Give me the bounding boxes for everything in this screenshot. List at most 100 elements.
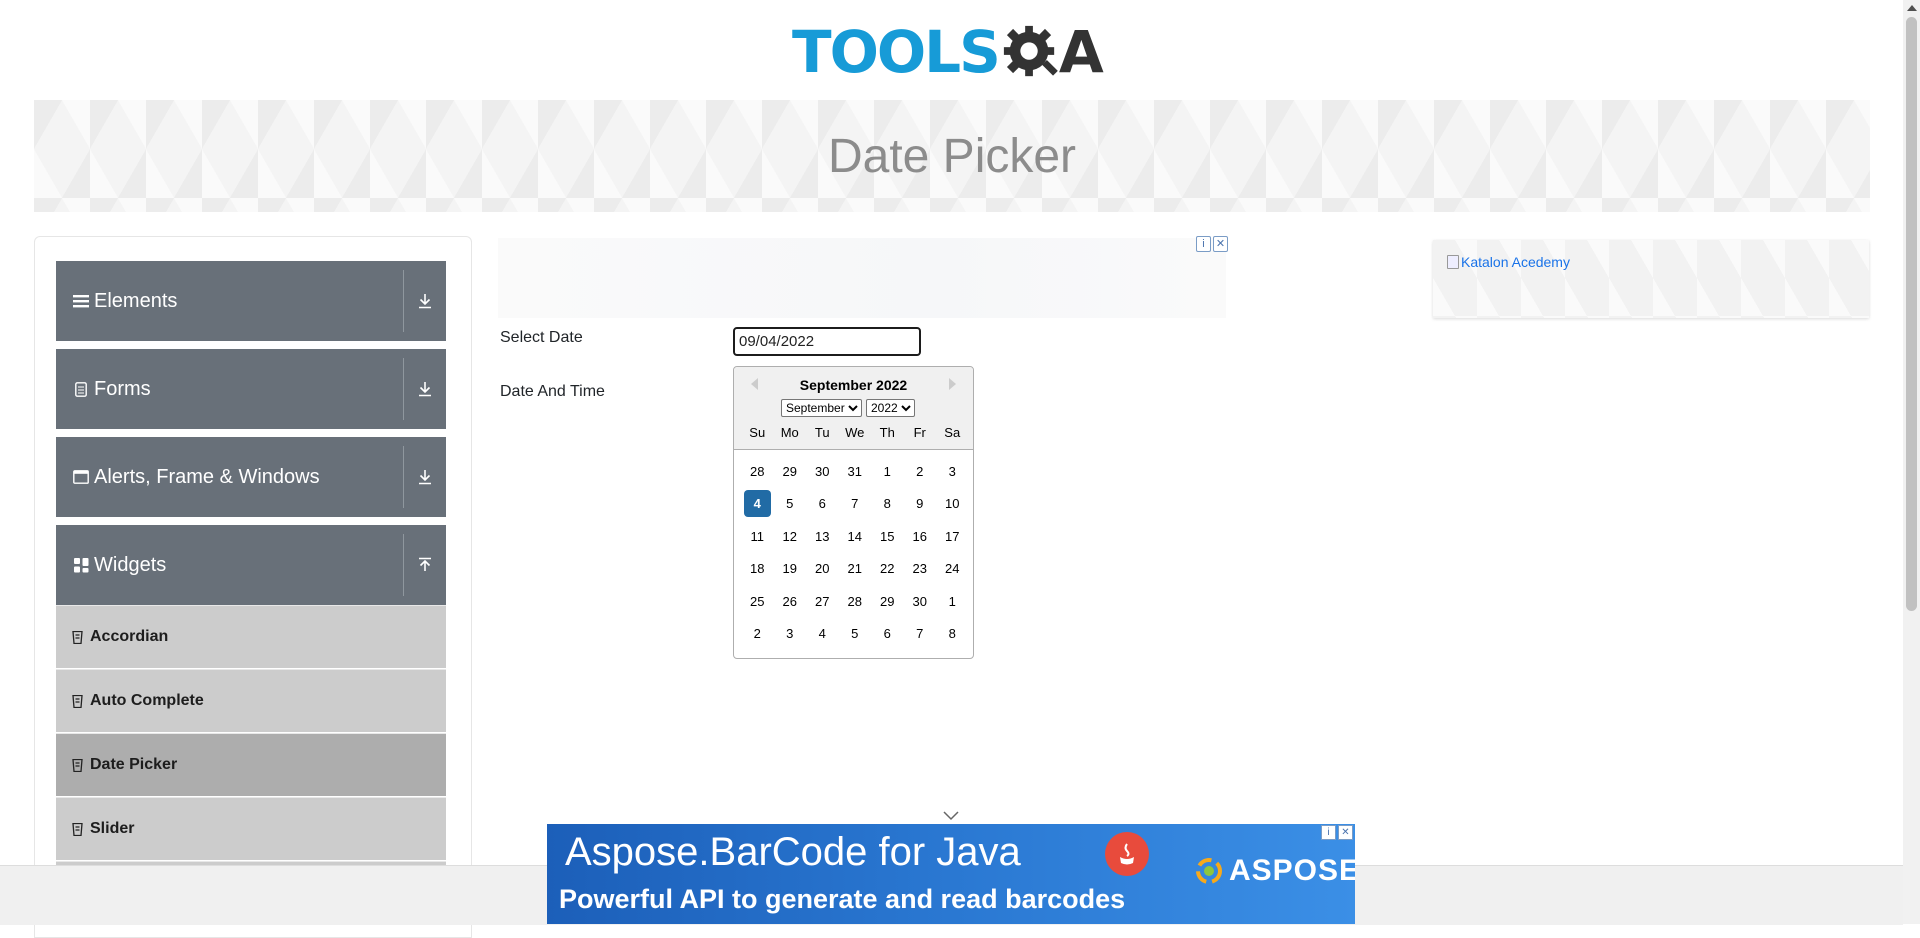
calendar-day[interactable]: 7 <box>906 620 933 647</box>
calendar-day[interactable]: 28 <box>744 458 771 485</box>
logo-text: TOOLS <box>792 18 1001 86</box>
sidebar-item-label: Slider <box>90 820 135 837</box>
next-month-icon[interactable] <box>949 378 956 390</box>
select-date-input[interactable] <box>733 327 921 356</box>
weekday-label: Tu <box>814 425 830 440</box>
calendar-day[interactable]: 14 <box>841 523 868 550</box>
document-icon <box>72 381 90 397</box>
calendar-day[interactable]: 3 <box>776 620 803 647</box>
ad-close-icon[interactable]: ✕ <box>1338 825 1353 840</box>
year-select[interactable]: 2022 <box>866 399 915 417</box>
toolsqa-logo[interactable]: TOOLS A <box>792 14 1104 90</box>
calendar-month-title: September 2022 <box>799 377 908 393</box>
upload-arrow-icon[interactable] <box>404 557 446 573</box>
calendar-day[interactable]: 19 <box>776 555 803 582</box>
ad-info-icon[interactable]: i <box>1196 236 1211 252</box>
ad-controls: i ✕ <box>1321 825 1353 840</box>
sidebar-item-label: Date Picker <box>90 756 178 773</box>
calendar-day[interactable]: 29 <box>874 588 901 615</box>
broken-image-link[interactable]: Katalon Acedemy <box>1447 254 1570 270</box>
sidebar-group-alerts[interactable]: Alerts, Frame & Windows <box>56 437 446 517</box>
calendar-day[interactable]: 21 <box>841 555 868 582</box>
sidebar-group-elements[interactable]: Elements <box>56 261 446 341</box>
collapse-ad-chevron-icon[interactable] <box>943 811 959 821</box>
ad-close-icon[interactable]: ✕ <box>1213 236 1228 252</box>
calendar-day[interactable]: 6 <box>874 620 901 647</box>
list-icon <box>72 694 84 708</box>
calendar-day[interactable]: 28 <box>841 588 868 615</box>
calendar-day[interactable]: 30 <box>809 458 836 485</box>
aspose-brand: ASPOSE <box>1195 854 1355 888</box>
sidebar-item-date-picker[interactable]: Date Picker <box>56 733 446 796</box>
calendar-day[interactable]: 4 <box>743 490 771 518</box>
hamburger-icon <box>72 294 90 308</box>
calendar-day[interactable]: 30 <box>906 588 933 615</box>
calendar-day[interactable]: 7 <box>841 490 868 517</box>
month-select[interactable]: September <box>781 399 862 417</box>
ad-info-icon[interactable]: i <box>1321 825 1336 840</box>
sidebar-item-slider[interactable]: Slider <box>56 797 446 860</box>
calendar-day[interactable]: 13 <box>809 523 836 550</box>
list-icon <box>72 822 84 836</box>
calendar-day[interactable]: 4 <box>809 620 836 647</box>
weekday-label: Sa <box>944 425 961 440</box>
sidebar-item-auto-complete[interactable]: Auto Complete <box>56 669 446 732</box>
calendar-day[interactable]: 10 <box>939 490 966 517</box>
calendar-day[interactable]: 8 <box>939 620 966 647</box>
ad-katalon[interactable]: Katalon Acedemy <box>1433 240 1869 318</box>
calendar-day[interactable]: 9 <box>906 490 933 517</box>
calendar-day[interactable]: 31 <box>841 458 868 485</box>
calendar-day[interactable]: 11 <box>744 523 771 550</box>
calendar-day[interactable]: 12 <box>776 523 803 550</box>
sidebar-group-forms[interactable]: Forms <box>56 349 446 429</box>
calendar-week-row: 4 5 6 7 8 9 10 <box>741 488 969 521</box>
calendar-day[interactable]: 23 <box>906 555 933 582</box>
datepicker-calendar: September 2022 September 2022 Su Mo Tu W… <box>733 366 974 659</box>
calendar-day[interactable]: 8 <box>874 490 901 517</box>
calendar-day[interactable]: 16 <box>906 523 933 550</box>
calendar-day[interactable]: 18 <box>744 555 771 582</box>
calendar-day[interactable]: 2 <box>744 620 771 647</box>
scroll-up-icon[interactable] <box>1907 5 1917 11</box>
sidebar-group-label: Forms <box>94 377 151 400</box>
calendar-day[interactable]: 22 <box>874 555 901 582</box>
page-banner: Date Picker <box>34 100 1870 212</box>
calendar-day[interactable]: 20 <box>809 555 836 582</box>
calendar-day[interactable]: 5 <box>841 620 868 647</box>
calendar-day[interactable]: 3 <box>939 458 966 485</box>
list-icon <box>72 630 84 644</box>
calendar-day[interactable]: 1 <box>939 588 966 615</box>
calendar-day[interactable]: 25 <box>744 588 771 615</box>
download-arrow-icon[interactable] <box>404 293 446 309</box>
scrollbar-thumb[interactable] <box>1906 17 1917 611</box>
calendar-day[interactable]: 15 <box>874 523 901 550</box>
vertical-scrollbar[interactable] <box>1903 0 1920 924</box>
aspose-logo-icon <box>1196 858 1222 884</box>
weekday-label: Fr <box>913 425 926 440</box>
broken-image-icon <box>1447 255 1459 269</box>
calendar-day[interactable]: 5 <box>776 490 803 517</box>
calendar-day[interactable]: 1 <box>874 458 901 485</box>
calendar-day[interactable]: 6 <box>809 490 836 517</box>
ad-alt-text: Katalon Acedemy <box>1461 254 1570 270</box>
download-arrow-icon[interactable] <box>404 469 446 485</box>
sidebar-item-accordian[interactable]: Accordian <box>56 605 446 668</box>
sidebar-item-label: Accordian <box>90 628 169 645</box>
window-icon <box>72 470 90 484</box>
calendar-week-row: 25 26 27 28 29 30 1 <box>741 585 969 618</box>
calendar-day[interactable]: 27 <box>809 588 836 615</box>
calendar-day[interactable]: 26 <box>776 588 803 615</box>
calendar-day[interactable]: 29 <box>776 458 803 485</box>
calendar-day[interactable]: 2 <box>906 458 933 485</box>
ad-controls: i ✕ <box>1196 236 1228 254</box>
calendar-week-row: 28 29 30 31 1 2 3 <box>741 455 969 488</box>
calendar-day[interactable]: 24 <box>939 555 966 582</box>
ad-banner-top[interactable] <box>498 238 1226 318</box>
ad-aspose[interactable]: Aspose.BarCode for Java Powerful API to … <box>547 824 1355 924</box>
calendar-day[interactable]: 17 <box>939 523 966 550</box>
download-arrow-icon[interactable] <box>404 381 446 397</box>
sidebar-item-label: Auto Complete <box>90 692 204 709</box>
java-icon <box>1105 832 1149 876</box>
sidebar-group-label: Elements <box>94 289 178 312</box>
sidebar-group-widgets[interactable]: Widgets <box>56 525 446 605</box>
